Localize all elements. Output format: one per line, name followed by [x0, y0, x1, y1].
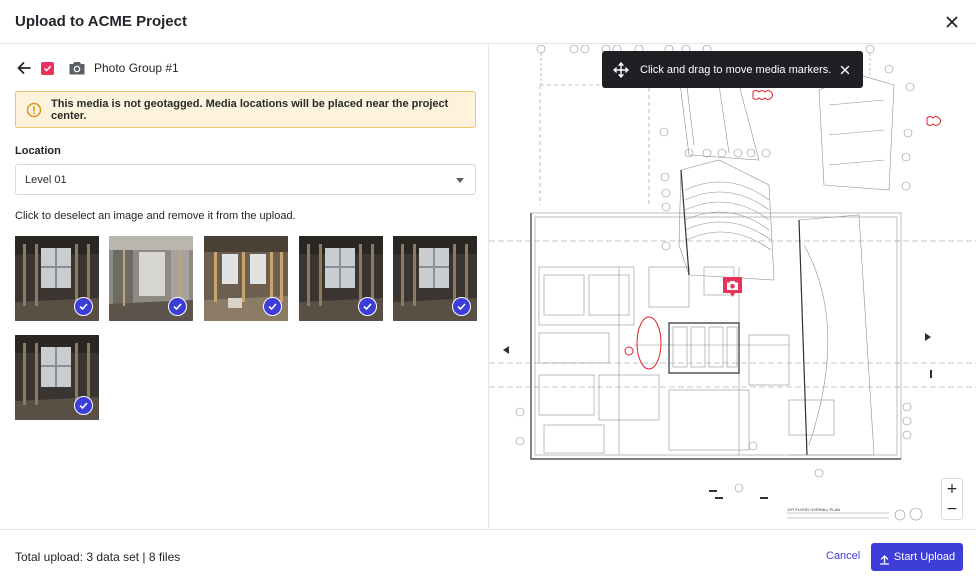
image-thumbnail[interactable] — [299, 236, 383, 321]
upload-icon — [879, 552, 890, 565]
dialog-header: Upload to ACME Project — [0, 0, 976, 44]
media-marker[interactable] — [722, 276, 743, 298]
selected-check-icon — [74, 297, 93, 316]
selected-check-icon — [168, 297, 187, 316]
photo-group-name: Photo Group #1 — [94, 61, 179, 75]
drag-hint-toast: Click and drag to move media markers. — [602, 51, 863, 88]
floor-plan-viewer[interactable]: 1ST FLOOR OVERALL PLAN Click and drag to… — [489, 45, 976, 529]
move-icon — [613, 61, 629, 78]
dialog-footer: Total upload: 3 data set | 8 files Cance… — [0, 529, 976, 583]
warning-text: This media is not geotagged. Media locat… — [51, 97, 449, 122]
camera-icon — [68, 60, 86, 76]
location-select[interactable]: Level 01 — [15, 164, 476, 195]
selected-check-icon — [263, 297, 282, 316]
upload-summary: Total upload: 3 data set | 8 files — [15, 550, 181, 564]
image-thumbnail[interactable] — [15, 236, 99, 321]
selected-check-icon — [358, 297, 377, 316]
plan-caption: 1ST FLOOR OVERALL PLAN — [787, 507, 840, 512]
deselect-hint: Click to deselect an image and remove it… — [15, 210, 296, 222]
photo-group-row: Photo Group #1 — [15, 58, 179, 78]
image-thumbnail[interactable] — [204, 236, 288, 321]
start-upload-label: Start Upload — [893, 551, 956, 563]
geotag-warning-banner: This media is not geotagged. Media locat… — [15, 91, 476, 128]
selected-check-icon — [74, 396, 93, 415]
zoom-controls: + − — [941, 478, 963, 520]
warning-icon — [26, 102, 42, 118]
close-icon[interactable] — [942, 12, 962, 32]
image-thumbnail[interactable] — [15, 335, 99, 420]
close-icon[interactable] — [839, 63, 851, 75]
location-label: Location — [15, 145, 61, 157]
toast-text: Click and drag to move media markers. — [640, 63, 832, 76]
arrow-left-icon[interactable] — [15, 59, 33, 77]
chevron-down-icon — [456, 178, 464, 183]
dialog-title: Upload to ACME Project — [15, 13, 187, 30]
left-panel: Photo Group #1 This media is not geotagg… — [0, 45, 488, 529]
selected-check-icon — [452, 297, 471, 316]
summary-files: 8 files — [148, 550, 181, 564]
group-checkbox[interactable] — [41, 61, 54, 75]
zoom-out-button[interactable]: − — [942, 499, 962, 519]
summary-data-sets: Total upload: 3 data set — [15, 550, 140, 564]
image-thumbnail[interactable] — [109, 236, 193, 321]
image-thumbnail[interactable] — [393, 236, 477, 321]
zoom-in-button[interactable]: + — [942, 479, 962, 499]
cancel-button[interactable]: Cancel — [826, 550, 860, 562]
start-upload-button[interactable]: Start Upload — [871, 543, 963, 571]
location-value: Level 01 — [25, 173, 67, 186]
